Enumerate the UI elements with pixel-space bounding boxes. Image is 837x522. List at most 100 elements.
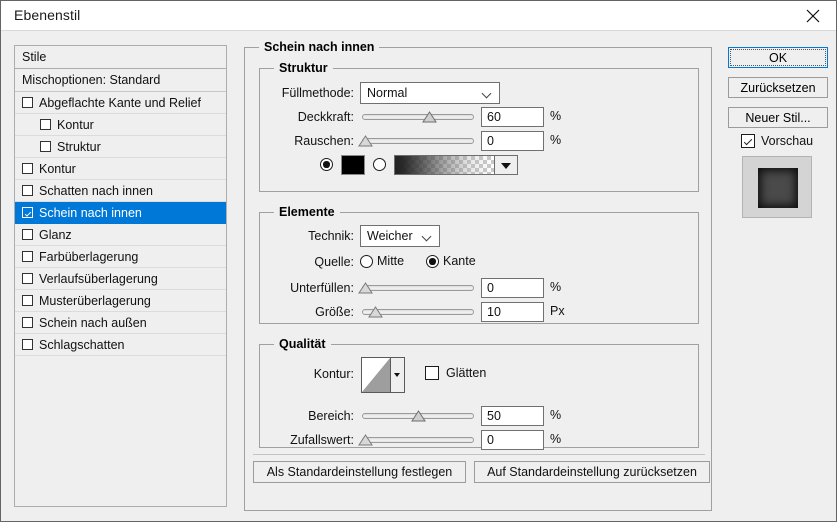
structure-group-title: Struktur (274, 61, 333, 75)
checkbox-bevel-contour[interactable] (40, 119, 51, 130)
sidebar-item-color-overlay[interactable]: Farbüberlagerung (15, 246, 226, 268)
noise-slider[interactable] (358, 134, 474, 148)
reset-default-button[interactable]: Auf Standardeinstellung zurücksetzen (474, 461, 710, 483)
source-edge-label[interactable]: Kante (443, 254, 476, 268)
checkbox-stroke[interactable] (22, 163, 33, 174)
choke-slider[interactable] (358, 281, 474, 295)
blend-mode-label: Füllmethode: (281, 86, 354, 100)
noise-slider-thumb[interactable] (358, 135, 373, 147)
checkbox-inner-shadow[interactable] (22, 185, 33, 196)
glow-gradient-radio[interactable] (373, 158, 386, 171)
choke-label: Unterfüllen: (290, 281, 354, 295)
set-default-button[interactable]: Als Standardeinstellung festlegen (253, 461, 466, 483)
blend-mode-select[interactable]: Normal (360, 82, 500, 104)
sidebar-item-label: Musterüberlagerung (39, 294, 151, 308)
sidebar-item-label: Abgeflachte Kante und Relief (39, 96, 201, 110)
noise-input[interactable]: 0 (481, 131, 544, 151)
checkbox-gradient-overlay[interactable] (22, 273, 33, 284)
sidebar-item-inner-shadow[interactable]: Schatten nach innen (15, 180, 226, 202)
sidebar-item-inner-glow[interactable]: Schein nach innen (15, 202, 226, 224)
checkbox-outer-glow[interactable] (22, 317, 33, 328)
chevron-down-icon (483, 90, 492, 99)
sidebar-item-label: Schlagschatten (39, 338, 125, 352)
styles-list-header: Stile (15, 46, 226, 69)
opacity-label: Deckkraft: (297, 110, 354, 124)
reset-button[interactable]: Zurücksetzen (728, 77, 828, 98)
noise-slider-track (362, 138, 474, 144)
glow-gradient-picker[interactable] (394, 155, 518, 175)
antialias-checkbox[interactable] (425, 366, 439, 380)
opacity-unit: % (550, 109, 562, 123)
checkbox-drop-shadow[interactable] (22, 339, 33, 350)
checkbox-bevel-texture[interactable] (40, 141, 51, 152)
inner-glow-panel: Schein nach innen Struktur Füllmethode: … (244, 40, 712, 511)
quality-group: Qualität Kontur: Glätten Bereich: 50 % Z… (259, 337, 699, 450)
sidebar-item-label: Farbüberlagerung (39, 250, 139, 264)
elements-group: Elemente Technik: Weicher Quelle: Mitte … (259, 205, 699, 324)
size-slider[interactable] (362, 305, 474, 319)
source-center-label[interactable]: Mitte (377, 254, 404, 268)
sidebar-item-outer-glow[interactable]: Schein nach außen (15, 312, 226, 334)
choke-input[interactable]: 0 (481, 278, 544, 298)
sidebar-item-drop-shadow[interactable]: Schlagschatten (15, 334, 226, 356)
sidebar-item-blending-options[interactable]: Mischoptionen: Standard (15, 69, 226, 92)
preview-checkbox[interactable] (741, 134, 755, 148)
blend-mode-value: Normal (367, 86, 408, 100)
preview-label[interactable]: Vorschau (761, 134, 813, 148)
sidebar-item-label: Glanz (39, 228, 72, 242)
technique-select[interactable]: Weicher (360, 225, 440, 247)
range-unit: % (550, 408, 562, 422)
size-slider-thumb[interactable] (368, 306, 383, 318)
contour-preview (362, 358, 390, 392)
contour-picker[interactable] (361, 357, 405, 393)
jitter-input[interactable]: 0 (481, 430, 544, 450)
checkbox-bevel-emboss[interactable] (22, 97, 33, 108)
styles-list[interactable]: Stile Mischoptionen: Standard Abgeflacht… (14, 45, 227, 507)
choke-slider-track (362, 285, 474, 291)
opacity-input[interactable]: 60 (481, 107, 544, 127)
sidebar-item-bevel-contour[interactable]: Kontur (15, 114, 226, 136)
choke-slider-thumb[interactable] (358, 282, 373, 294)
layer-style-dialog: Ebenenstil Stile Mischoptionen: Standard… (0, 0, 837, 522)
checkbox-inner-glow[interactable] (22, 207, 33, 218)
gradient-dropdown-arrow-icon[interactable] (494, 156, 517, 174)
sidebar-item-pattern-overlay[interactable]: Musterüberlagerung (15, 290, 226, 312)
noise-label: Rauschen: (294, 134, 354, 148)
checkbox-pattern-overlay[interactable] (22, 295, 33, 306)
jitter-slider[interactable] (358, 433, 474, 447)
sidebar-item-label: Schatten nach innen (39, 184, 153, 198)
noise-unit: % (550, 133, 562, 147)
jitter-slider-thumb[interactable] (358, 434, 373, 446)
structure-group: Struktur Füllmethode: Normal Deckkraft: … (259, 61, 699, 192)
opacity-slider[interactable] (362, 110, 474, 124)
sidebar-item-label: Struktur (57, 140, 101, 154)
page-title: Ebenenstil (14, 7, 81, 23)
preview-swatch (758, 168, 798, 208)
opacity-slider-thumb[interactable] (422, 111, 437, 123)
range-slider[interactable] (362, 409, 474, 423)
source-edge-radio[interactable] (426, 255, 439, 268)
jitter-slider-track (362, 437, 474, 443)
checkbox-satin[interactable] (22, 229, 33, 240)
inner-glow-panel-title: Schein nach innen (259, 40, 380, 54)
sidebar-item-bevel-texture[interactable]: Struktur (15, 136, 226, 158)
sidebar-item-stroke[interactable]: Kontur (15, 158, 226, 180)
ok-button[interactable]: OK (728, 47, 828, 68)
source-center-radio[interactable] (360, 255, 373, 268)
footer-divider (253, 454, 705, 455)
sidebar-item-bevel-emboss[interactable]: Abgeflachte Kante und Relief (15, 92, 226, 114)
close-icon[interactable] (790, 1, 836, 30)
new-style-button[interactable]: Neuer Stil... (728, 107, 828, 128)
sidebar-item-satin[interactable]: Glanz (15, 224, 226, 246)
sidebar-item-gradient-overlay[interactable]: Verlaufsüberlagerung (15, 268, 226, 290)
opacity-slider-track (362, 114, 474, 120)
antialias-label[interactable]: Glätten (446, 366, 486, 380)
technique-value: Weicher (367, 229, 413, 243)
range-slider-thumb[interactable] (411, 410, 426, 422)
glow-color-swatch[interactable] (341, 155, 365, 175)
range-input[interactable]: 50 (481, 406, 544, 426)
contour-dropdown-arrow-icon[interactable] (390, 358, 404, 392)
checkbox-color-overlay[interactable] (22, 251, 33, 262)
size-input[interactable]: 10 (481, 302, 544, 322)
glow-color-radio[interactable] (320, 158, 333, 171)
